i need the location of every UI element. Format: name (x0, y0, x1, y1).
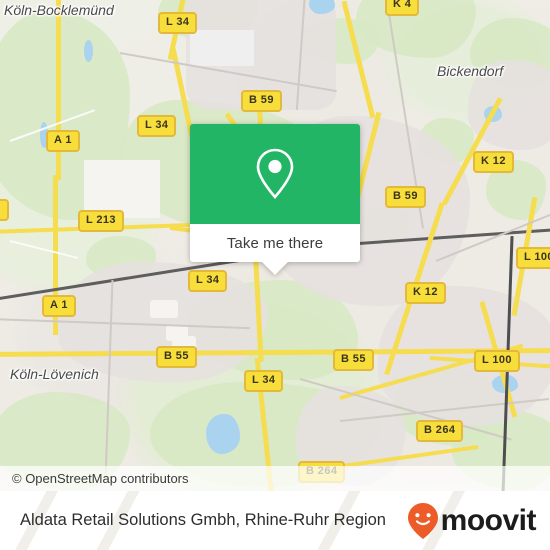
road-shield: L 213 (78, 210, 124, 232)
road-shield: K 4 (385, 0, 420, 16)
road-shield: B 55 (156, 346, 197, 368)
road-shield: L 34 (137, 115, 177, 137)
road-shield: B 59 (241, 90, 282, 112)
page-title: Aldata Retail Solutions Gmbh, Rhine-Ruhr… (20, 511, 386, 529)
poi-callout[interactable]: Take me there (190, 124, 360, 275)
place-label-bickendorf: Bickendorf (437, 63, 504, 79)
callout-tail-icon (262, 262, 288, 275)
road-a1 (56, 0, 61, 180)
road-shield: A 1 (42, 295, 76, 317)
builtup-polygon (378, 286, 550, 426)
map-screenshot: Köln-Bocklemünd Bickendorf Köln-Lövenich… (0, 0, 550, 550)
road-shield: B 264 (416, 420, 464, 442)
road-shield: L 34 (158, 12, 198, 34)
road-shield: L 100 (516, 247, 550, 269)
callout-action[interactable]: Take me there (190, 224, 360, 262)
moovit-brand[interactable]: moovit (407, 502, 537, 540)
road-shield: B 55 (333, 349, 374, 371)
place-label-koln-bocklemund: Köln-Bocklemünd (4, 2, 114, 18)
place-label-koln-lovenich: Köln-Lövenich (10, 366, 99, 382)
water-body (206, 414, 240, 454)
moovit-wordmark: moovit (440, 503, 537, 537)
location-pin-icon (256, 148, 294, 199)
take-me-there-label: Take me there (226, 234, 324, 252)
road-shield: 3 (0, 199, 9, 221)
road-shield: K 12 (473, 151, 514, 173)
road-shield: L 100 (474, 350, 520, 372)
callout-pin-area (190, 124, 360, 224)
map-canvas[interactable]: Köln-Bocklemünd Bickendorf Köln-Lövenich… (0, 0, 550, 491)
building-footprint (190, 30, 254, 66)
footer-bar: Aldata Retail Solutions Gmbh, Rhine-Ruhr… (0, 491, 550, 550)
road-shield: A 1 (46, 130, 80, 152)
road-shield: B 59 (385, 186, 426, 208)
road-shield: L 34 (244, 370, 284, 392)
attribution-text: © OpenStreetMap contributors (12, 471, 189, 486)
moovit-smiley-pin-icon (407, 502, 438, 539)
road-shield: L 34 (188, 270, 228, 292)
road-shield: K 12 (405, 282, 446, 304)
water-body (84, 40, 93, 62)
map-attribution[interactable]: © OpenStreetMap contributors (0, 466, 550, 491)
building-footprint (150, 300, 178, 318)
